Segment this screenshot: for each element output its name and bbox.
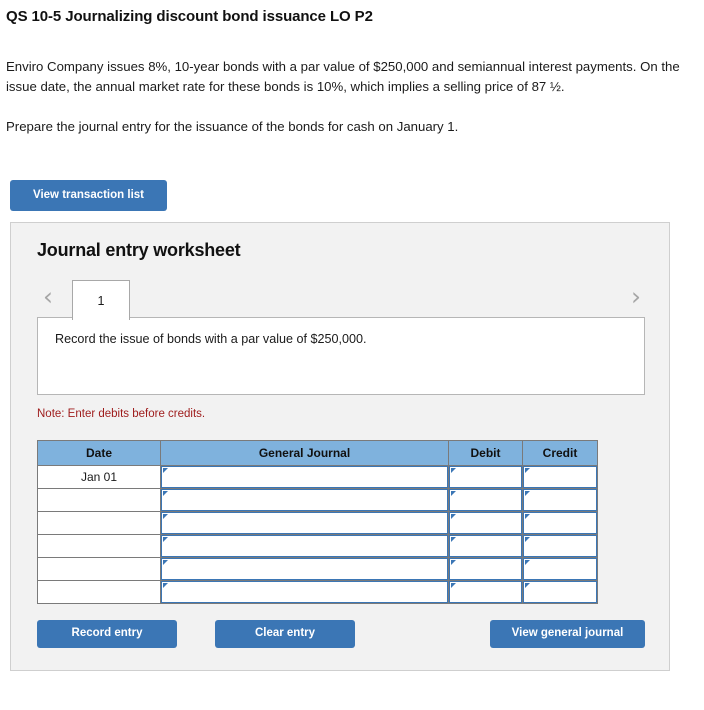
worksheet-tab-1[interactable]: 1 [72,280,130,320]
date-cell [37,557,161,581]
date-cell [37,534,161,558]
worksheet-title: Journal entry worksheet [37,240,241,260]
column-header-date: Date [37,440,161,466]
question-paragraph-1: Enviro Company issues 8%, 10-year bonds … [6,59,680,94]
table-row [37,580,598,604]
worksheet-tab-strip: ‹ 1 › [11,278,671,320]
credit-cell[interactable] [522,557,598,581]
general-journal-input[interactable] [161,558,448,580]
record-entry-button[interactable]: Record entry [37,620,177,648]
general-journal-input[interactable] [161,512,448,534]
debit-cell[interactable] [448,465,523,489]
credit-input[interactable] [523,558,597,580]
general-journal-input[interactable] [161,489,448,511]
general-journal-cell[interactable] [160,465,449,489]
column-header-credit: Credit [522,440,598,466]
debit-cell[interactable] [448,557,523,581]
debit-cell[interactable] [448,488,523,512]
general-journal-input[interactable] [161,466,448,488]
question-body: Enviro Company issues 8%, 10-year bonds … [6,57,698,137]
transaction-description-box: Record the issue of bonds with a par val… [37,317,645,395]
credit-cell[interactable] [522,534,598,558]
debit-cell[interactable] [448,511,523,535]
debit-input[interactable] [449,512,522,534]
column-header-debit: Debit [448,440,523,466]
credit-cell[interactable] [522,580,598,604]
table-header-row: Date General Journal Debit Credit [37,440,598,466]
credit-input[interactable] [523,466,597,488]
general-journal-cell[interactable] [160,580,449,604]
credit-cell[interactable] [522,488,598,512]
debit-input[interactable] [449,558,522,580]
view-transaction-list-button[interactable]: View transaction list [10,180,167,211]
table-row [37,534,598,558]
debit-input[interactable] [449,489,522,511]
credit-cell[interactable] [522,511,598,535]
journal-entry-worksheet-panel: Journal entry worksheet ‹ 1 › Record the… [10,222,670,671]
general-journal-input[interactable] [161,535,448,557]
column-header-general-journal: General Journal [160,440,449,466]
general-journal-cell[interactable] [160,557,449,581]
chevron-left-icon[interactable]: ‹ [37,284,59,312]
debits-before-credits-note: Note: Enter debits before credits. [37,408,206,420]
date-cell: Jan 01 [37,465,161,489]
table-row [37,511,598,535]
debit-input[interactable] [449,466,522,488]
chevron-right-icon[interactable]: › [625,284,647,312]
table-row [37,557,598,581]
journal-entry-table: Date General Journal Debit Credit Jan 01 [37,440,598,604]
credit-input[interactable] [523,489,597,511]
date-cell [37,511,161,535]
page-title: QS 10-5 Journalizing discount bond issua… [6,8,373,25]
debit-cell[interactable] [448,534,523,558]
general-journal-input[interactable] [161,581,448,603]
view-general-journal-button[interactable]: View general journal [490,620,645,648]
general-journal-cell[interactable] [160,511,449,535]
table-row: Jan 01 [37,465,598,489]
general-journal-cell[interactable] [160,534,449,558]
general-journal-cell[interactable] [160,488,449,512]
credit-cell[interactable] [522,465,598,489]
credit-input[interactable] [523,512,597,534]
debit-input[interactable] [449,581,522,603]
debit-cell[interactable] [448,580,523,604]
credit-input[interactable] [523,535,597,557]
date-cell [37,580,161,604]
transaction-description-text: Record the issue of bonds with a par val… [55,332,367,346]
question-paragraph-2: Prepare the journal entry for the issuan… [6,119,459,134]
credit-input[interactable] [523,581,597,603]
table-row [37,488,598,512]
date-cell [37,488,161,512]
debit-input[interactable] [449,535,522,557]
clear-entry-button[interactable]: Clear entry [215,620,355,648]
